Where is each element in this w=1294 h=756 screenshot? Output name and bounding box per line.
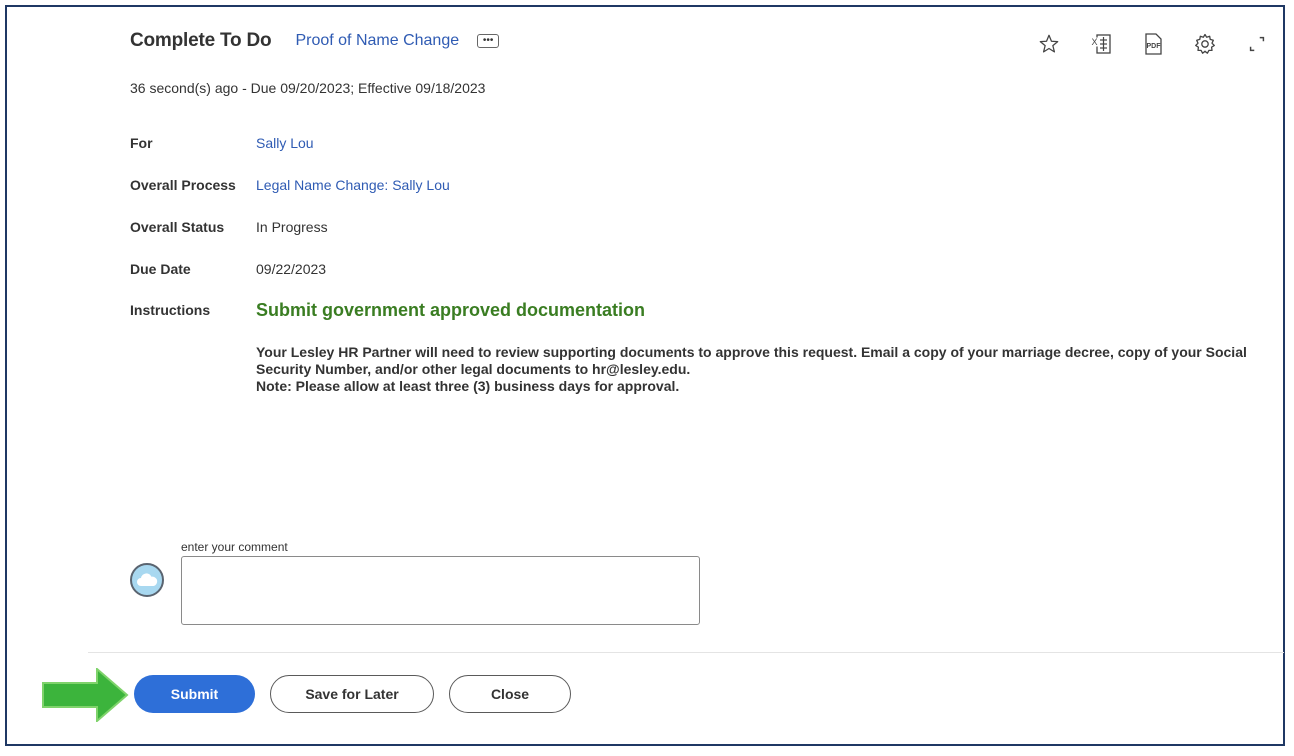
title-row: Complete To Do Proof of Name Change ••• [130, 30, 500, 52]
for-label: For [130, 135, 153, 151]
instructions-note: Note: Please allow at least three (3) bu… [256, 378, 680, 394]
expand-icon[interactable] [1242, 32, 1272, 56]
due-date-value: 09/22/2023 [256, 261, 327, 277]
footer-divider [88, 652, 1284, 653]
instructions-heading: Submit government approved documentation [256, 300, 646, 320]
gear-icon[interactable] [1190, 32, 1220, 56]
toolbar: X PDF [1034, 32, 1272, 56]
instructions-label: Instructions [130, 302, 211, 318]
submit-button[interactable]: Submit [134, 675, 255, 713]
page-title: Complete To Do [130, 30, 272, 51]
overall-process-link[interactable]: Legal Name Change: Sally Lou [256, 177, 450, 193]
overall-status-value: In Progress [256, 219, 328, 235]
task-link[interactable]: Proof of Name Change [295, 32, 459, 50]
avatar [130, 563, 164, 597]
cloud-avatar-icon [137, 573, 158, 586]
export-excel-icon[interactable]: X [1086, 32, 1116, 56]
excel-text: X [1091, 37, 1097, 47]
for-value-link[interactable]: Sally Lou [256, 135, 314, 151]
ellipsis-icon: ••• [482, 35, 494, 46]
instructions-text: Your Lesley HR Partner will need to revi… [256, 344, 1247, 377]
pdf-text: PDF [1147, 43, 1162, 50]
save-for-later-button[interactable]: Save for Later [270, 675, 434, 713]
related-actions-button[interactable]: ••• [477, 34, 500, 48]
export-pdf-icon[interactable]: PDF [1138, 32, 1168, 56]
overall-process-label: Overall Process [130, 177, 236, 193]
due-date-label: Due Date [130, 261, 191, 277]
star-icon[interactable] [1034, 32, 1064, 56]
comment-label: enter your comment [181, 540, 288, 554]
instructions-body: Your Lesley HR Partner will need to revi… [256, 344, 1266, 395]
arrow-pointer-icon [42, 668, 129, 722]
comment-input[interactable] [181, 556, 700, 625]
overall-status-label: Overall Status [130, 219, 225, 235]
task-meta: 36 second(s) ago - Due 09/20/2023; Effec… [130, 80, 486, 96]
close-button[interactable]: Close [449, 675, 571, 713]
